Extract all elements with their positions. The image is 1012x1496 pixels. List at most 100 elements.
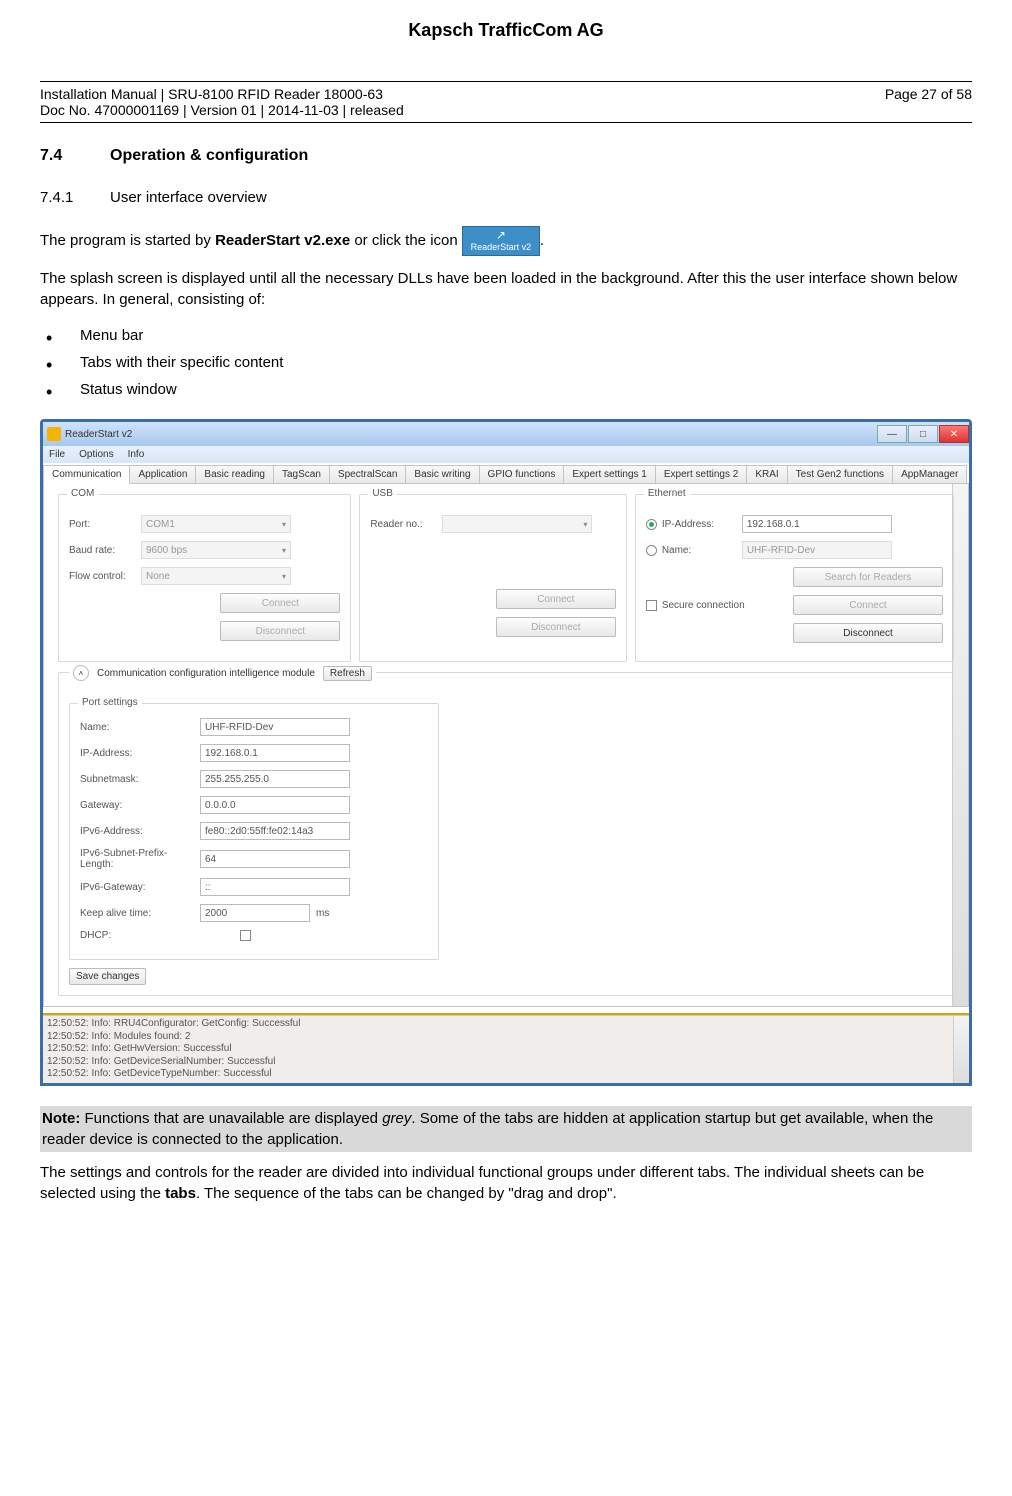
port-select[interactable]: COM1▾ <box>141 515 291 533</box>
menu-info[interactable]: Info <box>128 449 145 460</box>
tab-tagscan[interactable]: TagScan <box>273 465 330 484</box>
tab-spectralscan[interactable]: SpectralScan <box>329 465 406 484</box>
ethernet-title: Ethernet <box>644 488 690 499</box>
ps-subnet-input[interactable]: 255.255.255.0 <box>200 770 350 788</box>
maximize-button[interactable]: □ <box>908 425 938 443</box>
ps-ipv6-prefix-input[interactable]: 64 <box>200 850 350 868</box>
ps-gateway-input[interactable]: 0.0.0.0 <box>200 796 350 814</box>
readerstart-icon: ↗ReaderStart v2 <box>462 226 540 256</box>
save-changes-button[interactable]: Save changes <box>69 968 146 985</box>
app-icon <box>47 427 61 441</box>
ps-ipv6-input[interactable]: fe80::2d0:55ff:fe02:14a3 <box>200 822 350 840</box>
header-line2: Doc No. 47000001169 | Version 01 | 2014-… <box>40 102 404 118</box>
usb-disconnect-button[interactable]: Disconnect <box>496 617 616 637</box>
menubar: File Options Info <box>43 446 969 463</box>
list-item: Tabs with their specific content <box>40 349 972 376</box>
minimize-button[interactable]: — <box>877 425 907 443</box>
ps-ipv6-gw-label: IPv6-Gateway: <box>80 882 200 893</box>
expand-toggle[interactable]: ˄ <box>73 665 89 681</box>
scrollbar[interactable] <box>952 484 968 1006</box>
ps-ip-label: IP-Address: <box>80 748 200 759</box>
window-title: ReaderStart v2 <box>65 429 132 440</box>
baud-select[interactable]: 9600 bps▾ <box>141 541 291 559</box>
flow-label: Flow control: <box>69 571 141 582</box>
ms-unit: ms <box>316 908 329 919</box>
ps-subnet-label: Subnetmask: <box>80 774 200 785</box>
menu-options[interactable]: Options <box>79 449 113 460</box>
ps-ipv6-prefix-label: IPv6-Subnet-Prefix-Length: <box>80 848 200 870</box>
log-line: 12:50:52: Info: GetDeviceTypeNumber: Suc… <box>47 1068 965 1081</box>
ethernet-group: Ethernet IP-Address:192.168.0.1 Name:UHF… <box>635 494 954 662</box>
tab-strip: Communication Application Basic reading … <box>43 463 969 484</box>
company-title: Kapsch TrafficCom AG <box>40 20 972 41</box>
tab-expert2[interactable]: Expert settings 2 <box>655 465 747 484</box>
ps-name-input[interactable]: UHF-RFID-Dev <box>200 718 350 736</box>
ip-label: IP-Address: <box>662 519 742 530</box>
com-disconnect-button[interactable]: Disconnect <box>220 621 340 641</box>
tab-communication[interactable]: Communication <box>43 465 130 484</box>
secure-checkbox[interactable] <box>646 600 657 611</box>
tab-gen2[interactable]: Test Gen2 functions <box>787 465 893 484</box>
ps-name-label: Name: <box>80 722 200 733</box>
app-window: ReaderStart v2 — □ ✕ File Options Info C… <box>40 419 972 1086</box>
section-heading: 7.4Operation & configuration <box>40 147 972 165</box>
expander-title: Communication configuration intelligence… <box>97 668 315 679</box>
port-settings-title: Port settings <box>78 697 142 708</box>
name-input[interactable]: UHF-RFID-Dev <box>742 541 892 559</box>
ip-input[interactable]: 192.168.0.1 <box>742 515 892 533</box>
header-line1: Installation Manual | SRU-8100 RFID Read… <box>40 86 404 102</box>
ps-keepalive-input[interactable]: 2000 <box>200 904 310 922</box>
port-settings-group: Port settings Name:UHF-RFID-Dev IP-Addre… <box>69 703 439 960</box>
ps-gateway-label: Gateway: <box>80 800 200 811</box>
list-item: Status window <box>40 376 972 403</box>
eth-connect-button[interactable]: Connect <box>793 595 943 615</box>
config-module-expander: ˄ Communication configuration intelligen… <box>58 672 954 996</box>
chevron-down-icon: ▾ <box>282 572 286 581</box>
port-label: Port: <box>69 519 141 530</box>
com-title: COM <box>67 488 98 499</box>
paragraph-3: The settings and controls for the reader… <box>40 1162 972 1204</box>
name-radio[interactable] <box>646 545 657 556</box>
log-line: 12:50:52: Info: RRU4Configurator: GetCon… <box>47 1018 965 1031</box>
tab-appmanager[interactable]: AppManager <box>892 465 967 484</box>
ui-components-list: Menu bar Tabs with their specific conten… <box>40 322 972 403</box>
flow-select[interactable]: None▾ <box>141 567 291 585</box>
menu-file[interactable]: File <box>49 449 65 460</box>
com-group: COM Port:COM1▾ Baud rate:9600 bps▾ Flow … <box>58 494 351 662</box>
secure-label: Secure connection <box>662 600 762 611</box>
subsection-num: 7.4.1 <box>40 189 110 206</box>
tab-krai[interactable]: KRAI <box>746 465 787 484</box>
close-button[interactable]: ✕ <box>939 425 969 443</box>
subsection-heading: 7.4.1User interface overview <box>40 189 972 206</box>
log-line: 12:50:52: Info: GetHwVersion: Successful <box>47 1043 965 1056</box>
com-connect-button[interactable]: Connect <box>220 593 340 613</box>
note-box: Note: Functions that are unavailable are… <box>40 1106 972 1152</box>
ip-radio[interactable] <box>646 519 657 530</box>
tab-basic-writing[interactable]: Basic writing <box>405 465 479 484</box>
dhcp-checkbox[interactable] <box>240 930 251 941</box>
section-num: 7.4 <box>40 147 110 165</box>
usb-connect-button[interactable]: Connect <box>496 589 616 609</box>
status-log: 12:50:52: Info: RRU4Configurator: GetCon… <box>43 1015 969 1083</box>
refresh-button[interactable]: Refresh <box>323 666 372 681</box>
list-item: Menu bar <box>40 322 972 349</box>
reader-no-select[interactable]: ▾ <box>442 515 592 533</box>
ps-ipv6-gw-input[interactable]: :: <box>200 878 350 896</box>
baud-label: Baud rate: <box>69 545 141 556</box>
titlebar[interactable]: ReaderStart v2 — □ ✕ <box>43 422 969 446</box>
ps-ip-input[interactable]: 192.168.0.1 <box>200 744 350 762</box>
name-label: Name: <box>662 545 742 556</box>
page-number: Page 27 of 58 <box>885 86 972 118</box>
eth-disconnect-button[interactable]: Disconnect <box>793 623 943 643</box>
chevron-down-icon: ▾ <box>282 546 286 555</box>
tab-application[interactable]: Application <box>129 465 196 484</box>
tab-basic-reading[interactable]: Basic reading <box>195 465 274 484</box>
chevron-down-icon: ▾ <box>583 520 587 529</box>
paragraph-1: The program is started by ReaderStart v2… <box>40 226 972 256</box>
tab-gpio[interactable]: GPIO functions <box>479 465 565 484</box>
log-scrollbar[interactable] <box>953 1016 969 1083</box>
tab-expert1[interactable]: Expert settings 1 <box>563 465 655 484</box>
search-readers-button[interactable]: Search for Readers <box>793 567 943 587</box>
tab-content: COM Port:COM1▾ Baud rate:9600 bps▾ Flow … <box>43 483 969 1007</box>
paragraph-2: The splash screen is displayed until all… <box>40 268 972 310</box>
